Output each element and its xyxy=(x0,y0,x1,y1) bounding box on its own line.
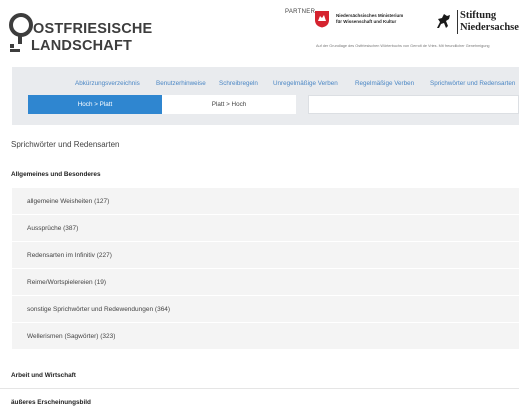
ostfriesische-landschaft-logo[interactable]: OSTFRIESISCHE LANDSCHAFT xyxy=(8,8,152,56)
list-item[interactable]: allgemeine Weisheiten (127) xyxy=(12,188,519,215)
stiftung-niedersachsen-logo: Stiftung Niedersachsen xyxy=(460,10,519,33)
section-heading-aeusseres-erscheinungsbild[interactable]: äußeres Erscheinungsbild xyxy=(11,399,91,406)
nav-links: Abkürzungsverzeichnis Benutzerhinweise S… xyxy=(12,80,519,90)
partner-label: PARTNER xyxy=(285,9,316,15)
nav-link-schreibregeln[interactable]: Schreibregeln xyxy=(219,80,258,87)
list-item[interactable]: sonstige Sprichwörter und Redewendungen … xyxy=(12,296,519,323)
ministry-crest-icon xyxy=(315,11,329,28)
dictionary-nav-panel: Abkürzungsverzeichnis Benutzerhinweise S… xyxy=(12,67,519,125)
category-list: allgemeine Weisheiten (127) Aussprüche (… xyxy=(12,188,519,350)
tab-hoch-platt[interactable]: Hoch > Platt xyxy=(28,95,162,114)
nav-link-unregelmaessige-verben[interactable]: Unregelmäßige Verben xyxy=(273,80,338,87)
logo-text-line1: OSTFRIESISCHE xyxy=(33,21,153,37)
page-title: Sprichwörter und Redensarten xyxy=(11,140,120,149)
list-item[interactable]: Aussprüche (387) xyxy=(12,215,519,242)
list-item[interactable]: Redensarten im Infinitiv (227) xyxy=(12,242,519,269)
section-heading-arbeit-und-wirtschaft[interactable]: Arbeit und Wirtschaft xyxy=(11,372,76,379)
section-heading-allgemeines[interactable]: Allgemeines und Besonderes xyxy=(11,171,101,178)
list-item[interactable]: Wellerismen (Sagwörter) (323) xyxy=(12,323,519,350)
nav-link-benutzerhinweise[interactable]: Benutzerhinweise xyxy=(156,80,206,87)
list-item[interactable]: Reime/Wortspielereien (19) xyxy=(12,269,519,296)
stiftung-divider xyxy=(457,10,458,34)
logo-text-line2: LANDSCHAFT xyxy=(31,38,133,54)
site-header: OSTFRIESISCHE LANDSCHAFT PARTNER Nieders… xyxy=(0,0,519,66)
horse-icon xyxy=(437,14,450,28)
nav-link-sprichwoerter[interactable]: Sprichwörter und Redensarten xyxy=(430,80,515,87)
ministry-name: Niedersächsisches Ministerium für Wissen… xyxy=(336,13,404,24)
nav-link-regelmaessige-verben[interactable]: Regelmäßige Verben xyxy=(355,80,414,87)
section-divider xyxy=(0,388,519,389)
funding-note: Auf der Grundlage des Ostfriesischen Wör… xyxy=(316,44,490,48)
tab-platt-hoch[interactable]: Platt > Hoch xyxy=(162,95,296,114)
search-input[interactable] xyxy=(308,95,519,114)
nav-link-abkuerzungsverzeichnis[interactable]: Abkürzungsverzeichnis xyxy=(75,80,140,87)
